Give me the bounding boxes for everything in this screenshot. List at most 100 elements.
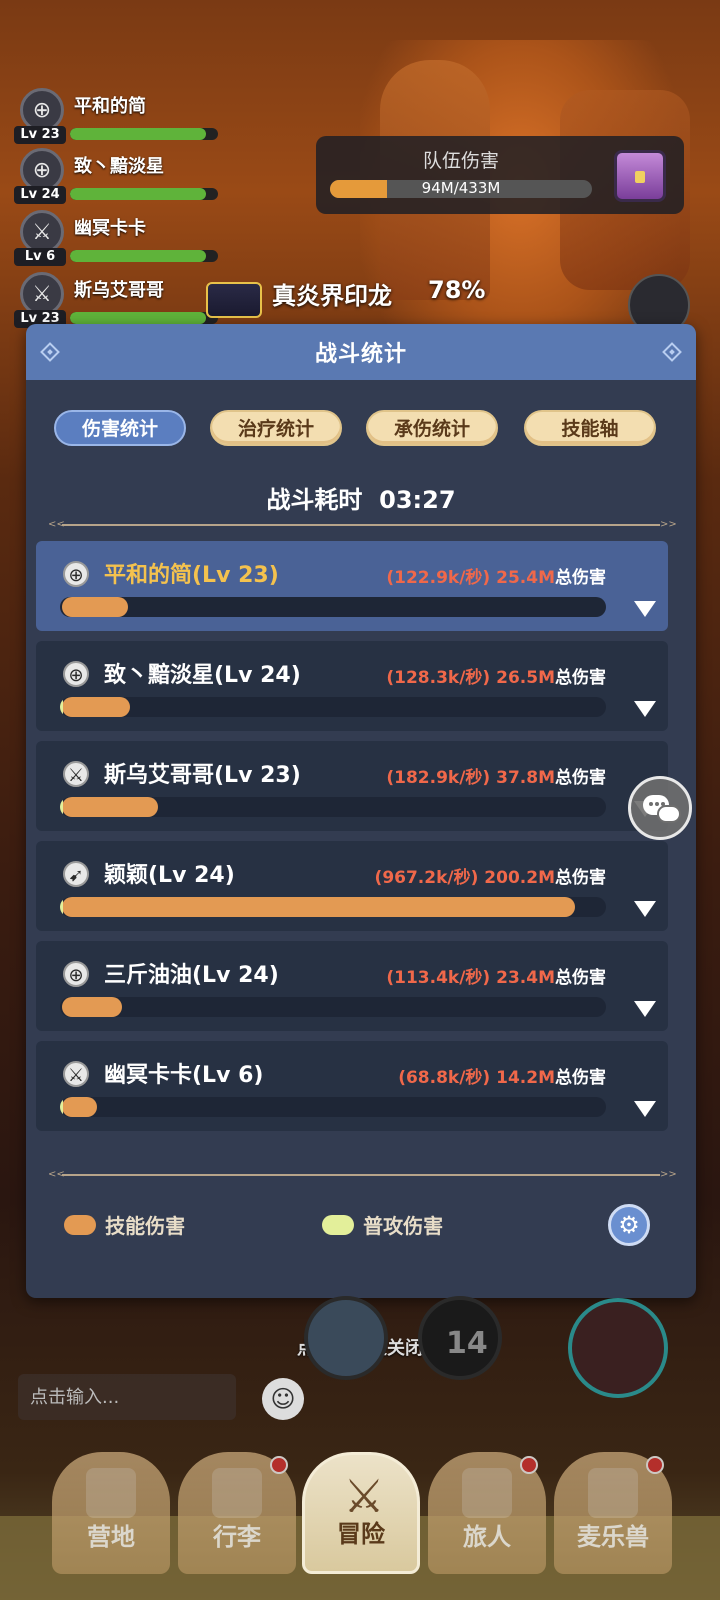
expand-triangle-icon[interactable] [634,701,656,717]
player-damage-stats: (967.2k/秒) 200.2M总伤害 [375,863,606,888]
damage-per-second: (128.3k/秒) [386,668,491,688]
ultimate-skill-orb[interactable] [568,1298,668,1398]
player-name: 斯乌艾哥哥(Lv 23) [104,763,301,788]
player-damage-row[interactable]: ⊕ 致丶黯淡星(Lv 24) (128.3k/秒) 26.5M总伤害 [36,641,668,731]
total-damage: 25.4M [496,568,555,588]
player-damage-row[interactable]: ⊕ 三斤油油(Lv 24) (113.4k/秒) 23.4M总伤害 [36,941,668,1031]
tab-damage[interactable]: 伤害统计 [54,410,186,446]
member-name: 致丶黯淡星 [74,156,164,177]
team-member[interactable]: ⊕ Lv 23 平和的简 [14,86,234,148]
skill-orb[interactable] [304,1296,388,1380]
expand-triangle-icon[interactable] [634,1001,656,1017]
team-member[interactable]: ⚔ Lv 6 幽冥卡卡 [14,208,234,270]
damage-bar [60,897,606,917]
divider: << >> [48,519,677,530]
member-name: 斯乌艾哥哥 [74,280,164,301]
nav-item[interactable]: 营地 [52,1452,170,1574]
crosshair-icon: ⊕ [63,661,89,687]
emoji-icon[interactable]: ☺ [262,1378,304,1420]
duration-label: 战斗耗时 [266,486,363,514]
boss-percent: 78% [428,276,486,304]
team-damage-label: 队伍伤害 [422,150,499,172]
normal-damage-fill [60,897,63,917]
player-name: 颖颖(Lv 24) [104,863,235,888]
notification-dot [646,1456,664,1474]
member-level: Lv 24 [14,186,66,204]
diamond-ornament-icon [660,340,684,364]
player-damage-stats: (128.3k/秒) 26.5M总伤害 [386,663,606,688]
total-damage-suffix: 总伤害 [555,668,606,688]
legend-label: 普攻伤害 [363,1214,444,1238]
stats-tabs: 伤害统计 治疗统计 承伤统计 技能轴 [54,410,670,446]
player-damage-stats: (113.4k/秒) 23.4M总伤害 [386,963,606,988]
player-damage-row[interactable]: ⊕ 平和的简(Lv 23) (122.9k/秒) 25.4M总伤害 [36,541,668,631]
player-damage-row[interactable]: ⚔ 斯乌艾哥哥(Lv 23) (182.9k/秒) 37.8M总伤害 [36,741,668,831]
nav-item[interactable]: 麦乐兽 [554,1452,672,1574]
normal-damage-fill [60,1097,63,1117]
nav-label: 冒险 [337,1520,385,1548]
damage-bar [60,597,606,617]
expand-triangle-icon[interactable] [634,901,656,917]
expand-triangle-icon[interactable] [634,601,656,617]
archer-icon: ➹ [63,861,89,887]
team-damage-value: 94M/433M [421,179,501,197]
chat-bubble-icon[interactable] [628,776,692,840]
skill-damage-fill [62,597,128,617]
nav-icon [86,1468,136,1518]
damage-bar [60,1097,606,1117]
legend-swatch [64,1214,96,1235]
player-damage-stats: (182.9k/秒) 37.8M总伤害 [386,763,606,788]
nav-icon [212,1468,262,1518]
crosshair-icon: ⊕ [63,561,89,587]
total-damage: 14.2M [496,1068,555,1088]
nav-icon [462,1468,512,1518]
normal-damage-fill [60,797,63,817]
skill-damage-fill [62,897,575,917]
nav-item[interactable]: 旅人 [428,1452,546,1574]
team-member[interactable]: ⚔ Lv 23 斯乌艾哥哥 [14,270,234,332]
player-damage-row[interactable]: ⚔ 幽冥卡卡(Lv 6) (68.8k/秒) 14.2M总伤害 [36,1041,668,1131]
total-damage: 23.4M [496,968,555,988]
legend-swatch [322,1214,354,1235]
chat-input[interactable] [18,1374,236,1420]
divider: << >> [48,1169,677,1180]
skill-damage-fill [62,997,122,1017]
nav-item[interactable]: ⚔ 冒险 [302,1452,420,1574]
nav-label: 麦乐兽 [577,1523,649,1551]
skill-damage-fill [62,797,158,817]
player-damage-stats: (122.9k/秒) 25.4M总伤害 [386,563,606,588]
expand-triangle-icon[interactable] [634,1101,656,1117]
total-damage-suffix: 总伤害 [555,768,606,788]
damage-per-second: (182.9k/秒) [386,768,491,788]
nav-icon [588,1468,638,1518]
damage-per-second: (122.9k/秒) [386,568,491,588]
skill-damage-fill [62,697,130,717]
settings-gear-icon[interactable]: ⚙ [608,1204,650,1246]
notification-dot [270,1456,288,1474]
treasure-chest-icon[interactable] [614,150,666,202]
member-level: Lv 23 [14,126,66,144]
tab-healing[interactable]: 治疗统计 [210,410,342,446]
damage-per-second: (967.2k/秒) [374,868,479,888]
legend-item-normal: 普攻伤害 [322,1210,443,1239]
battle-stats-dialog: 战斗统计 伤害统计 治疗统计 承伤统计 技能轴 战斗耗时 03:27 << >> … [26,324,696,1298]
sword-icon: ⚔ [63,1061,89,1087]
total-damage-suffix: 总伤害 [555,968,606,988]
skill-counter: 14 [446,1326,488,1361]
crosshair-icon: ⊕ [63,961,89,987]
total-damage: 200.2M [484,868,555,888]
player-damage-row[interactable]: ➹ 颖颖(Lv 24) (967.2k/秒) 200.2M总伤害 [36,841,668,931]
member-hp-bar [70,128,218,140]
legend-label: 技能伤害 [105,1214,186,1238]
nav-item[interactable]: 行李 [178,1452,296,1574]
team-damage-panel: 队伍伤害 94M/433M [316,136,684,214]
tab-damage-taken[interactable]: 承伤统计 [366,410,498,446]
tab-skill-timeline[interactable]: 技能轴 [524,410,656,446]
damage-per-second: (113.4k/秒) [386,968,491,988]
battle-duration: 战斗耗时 03:27 [26,480,696,515]
damage-bar [60,997,606,1017]
team-member[interactable]: ⊕ Lv 24 致丶黯淡星 [14,146,234,208]
damage-bar [60,697,606,717]
player-name: 三斤油油(Lv 24) [104,963,279,988]
duration-value: 03:27 [379,486,456,514]
